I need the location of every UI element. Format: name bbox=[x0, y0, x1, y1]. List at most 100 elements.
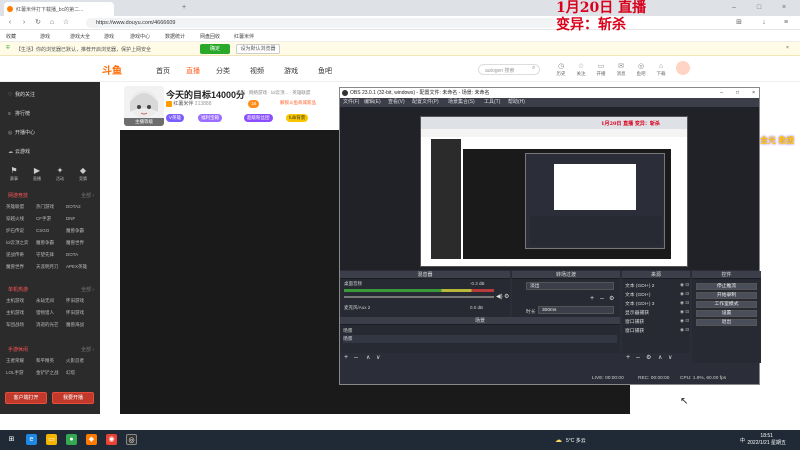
category-link[interactable]: 怀旧游戏 bbox=[66, 308, 96, 318]
refresh-icon[interactable]: ↻ bbox=[34, 19, 42, 27]
gear-icon[interactable]: ⚙ bbox=[504, 293, 509, 300]
close-icon[interactable]: × bbox=[780, 4, 788, 12]
category-link[interactable]: 魔兽争霸 bbox=[66, 226, 96, 236]
history-icon[interactable]: ◷ 历史 bbox=[554, 63, 568, 77]
remove-transition-icon[interactable]: – bbox=[600, 295, 604, 302]
source-item[interactable]: 文本 (GDI+) 3 ◉ ⊡ bbox=[625, 300, 689, 307]
new-tab-icon[interactable]: + bbox=[180, 4, 188, 12]
duration-input[interactable]: 300ms bbox=[538, 306, 614, 314]
source-down-icon[interactable]: ∨ bbox=[668, 354, 672, 361]
source-item[interactable]: 窗口捕获 ◉ ⊡ bbox=[625, 327, 689, 334]
bookmark-item[interactable]: 收藏 bbox=[6, 33, 16, 40]
category-link[interactable]: CF手游 bbox=[36, 214, 66, 224]
sidebar-item-rank[interactable]: ≡ 排行榜 bbox=[8, 110, 30, 117]
user-avatar[interactable] bbox=[676, 61, 690, 75]
bookmark-item[interactable]: 红薯米伴 bbox=[234, 33, 254, 40]
category-link[interactable]: 主机游戏 bbox=[6, 308, 36, 318]
chip-fans[interactable]: 超级粉丝团 bbox=[244, 114, 273, 122]
nav-live[interactable]: 直播 bbox=[186, 66, 200, 76]
url-input[interactable]: https://www.douyu.com/4666609 bbox=[86, 18, 556, 28]
app-icon[interactable]: ◆ bbox=[86, 434, 97, 445]
category-link[interactable]: 炉石传说 bbox=[6, 226, 36, 236]
extensions-icon[interactable]: ⊞ bbox=[735, 19, 743, 27]
bookmark-item[interactable]: 游戏 bbox=[40, 33, 50, 40]
category-link[interactable]: 王者荣耀 bbox=[6, 356, 36, 366]
category-link[interactable]: 军团战场 bbox=[6, 320, 36, 330]
search-icon[interactable]: ⌕ bbox=[532, 65, 535, 72]
forward-icon[interactable]: › bbox=[20, 19, 28, 27]
nav-fishbar[interactable]: 鱼吧 bbox=[318, 66, 332, 76]
category-link[interactable]: 和平精英 bbox=[36, 356, 66, 366]
scene-item[interactable]: 场景 bbox=[343, 335, 617, 343]
infobar-set-default-button[interactable]: 设为默认浏览器 bbox=[236, 44, 280, 54]
add-scene-icon[interactable]: + bbox=[344, 354, 348, 361]
sidebar-section-more[interactable]: 全部 › bbox=[81, 286, 94, 293]
bookmark-item[interactable]: 数据统计 bbox=[165, 33, 185, 40]
category-link[interactable]: lol云顶之弈 bbox=[6, 238, 36, 248]
app-icon[interactable]: ● bbox=[66, 434, 77, 445]
source-up-icon[interactable]: ∧ bbox=[658, 354, 662, 361]
category-link[interactable]: DNF bbox=[66, 214, 96, 224]
obs-minimize-icon[interactable]: – bbox=[720, 88, 723, 98]
stream-breadcrumb[interactable]: 举报 · 网络游戏 · lol云顶... · 英雄联盟 bbox=[236, 90, 310, 96]
remove-source-icon[interactable]: – bbox=[636, 354, 640, 361]
browser-icon[interactable]: ◉ bbox=[106, 434, 117, 445]
follow-icon[interactable]: ☆ 关注 bbox=[574, 63, 588, 77]
floating-activity-badge[interactable]: 金光 救援 bbox=[760, 135, 798, 165]
language-indicator[interactable]: 中 bbox=[740, 437, 745, 444]
category-link[interactable]: 火影忍者 bbox=[66, 356, 96, 366]
message-icon[interactable]: ✉ 消息 bbox=[614, 63, 628, 77]
move-down-icon[interactable]: ∨ bbox=[376, 354, 380, 361]
windows-start-icon[interactable]: ⊞ bbox=[6, 434, 17, 445]
move-up-icon[interactable]: ∧ bbox=[366, 354, 370, 361]
category-link[interactable]: LOL手游 bbox=[6, 368, 36, 378]
sidebar-item-cloud-game[interactable]: ☁ 云游戏 bbox=[8, 148, 30, 155]
home-icon[interactable]: ⌂ bbox=[48, 19, 56, 27]
category-link[interactable]: CSGO bbox=[36, 226, 66, 236]
chip-bg[interactable]: fulb背景 bbox=[286, 114, 309, 122]
settings-button[interactable]: 设置 bbox=[696, 310, 757, 317]
transition-gear-icon[interactable]: ⚙ bbox=[609, 295, 614, 302]
nav-home[interactable]: 首页 bbox=[156, 66, 170, 76]
category-link[interactable]: 魔兽海战 bbox=[66, 320, 96, 330]
category-link[interactable]: 主机游戏 bbox=[6, 296, 36, 306]
back-icon[interactable]: ‹ bbox=[6, 19, 14, 27]
category-link[interactable]: 魔兽世界 bbox=[6, 262, 36, 272]
category-link[interactable]: DOTA2 bbox=[66, 202, 96, 212]
obs-menu-scene-collection[interactable]: 场景集合(S) bbox=[448, 98, 475, 107]
nav-video[interactable]: 视频 bbox=[250, 66, 264, 76]
file-explorer-icon[interactable]: ▭ bbox=[46, 434, 57, 445]
weather-text[interactable]: 5°C 多云 bbox=[566, 437, 586, 444]
mixer-desktop-slider[interactable] bbox=[344, 296, 494, 298]
nav-games[interactable]: 游戏 bbox=[284, 66, 298, 76]
source-item[interactable]: 文本 (GDI+) 2 ◉ ⊡ bbox=[625, 282, 689, 289]
obs-menu-view[interactable]: 查看(V) bbox=[388, 98, 405, 107]
speaker-icon[interactable]: ◀) bbox=[496, 293, 503, 300]
edge-icon[interactable]: e bbox=[26, 434, 37, 445]
source-gear-icon[interactable]: ⚙ bbox=[646, 354, 651, 361]
quick-activity[interactable]: ✦ 活动 bbox=[50, 166, 70, 184]
category-link[interactable]: APEX英雄 bbox=[66, 262, 96, 272]
category-link[interactable]: 逆战传奇 bbox=[6, 250, 36, 260]
chip-hero[interactable]: V英雄 bbox=[166, 114, 185, 122]
studio-mode-button[interactable]: 工作室模式 bbox=[696, 301, 757, 308]
add-source-icon[interactable]: + bbox=[626, 354, 630, 361]
add-transition-icon[interactable]: + bbox=[590, 295, 594, 302]
obs-menu-edit[interactable]: 编辑(E) bbox=[364, 98, 381, 107]
minimize-icon[interactable]: – bbox=[730, 4, 738, 12]
category-link[interactable]: 守望先锋 bbox=[36, 250, 66, 260]
maximize-icon[interactable]: □ bbox=[755, 4, 763, 12]
category-link[interactable]: DOTA bbox=[66, 250, 96, 260]
start-broadcast-button[interactable]: 我要开播 bbox=[52, 392, 94, 404]
bookmark-item[interactable]: 游戏大全 bbox=[70, 33, 90, 40]
star-icon[interactable]: ☆ bbox=[62, 19, 70, 27]
obs-maximize-icon[interactable]: □ bbox=[736, 88, 739, 98]
remove-scene-icon[interactable]: – bbox=[354, 354, 358, 361]
obs-menu-tools[interactable]: 工具(T) bbox=[484, 98, 500, 107]
bookmark-item[interactable]: 网盘回收 bbox=[200, 33, 220, 40]
category-link[interactable]: 猎物猎人 bbox=[36, 308, 66, 318]
chip-welfare[interactable]: 福利宝箱 bbox=[198, 114, 222, 122]
category-link[interactable]: 天涯明月刀 bbox=[36, 262, 66, 272]
stop-streaming-button[interactable]: 停止推流 bbox=[696, 283, 757, 290]
host-name[interactable]: 红薯米伴 bbox=[173, 101, 193, 107]
